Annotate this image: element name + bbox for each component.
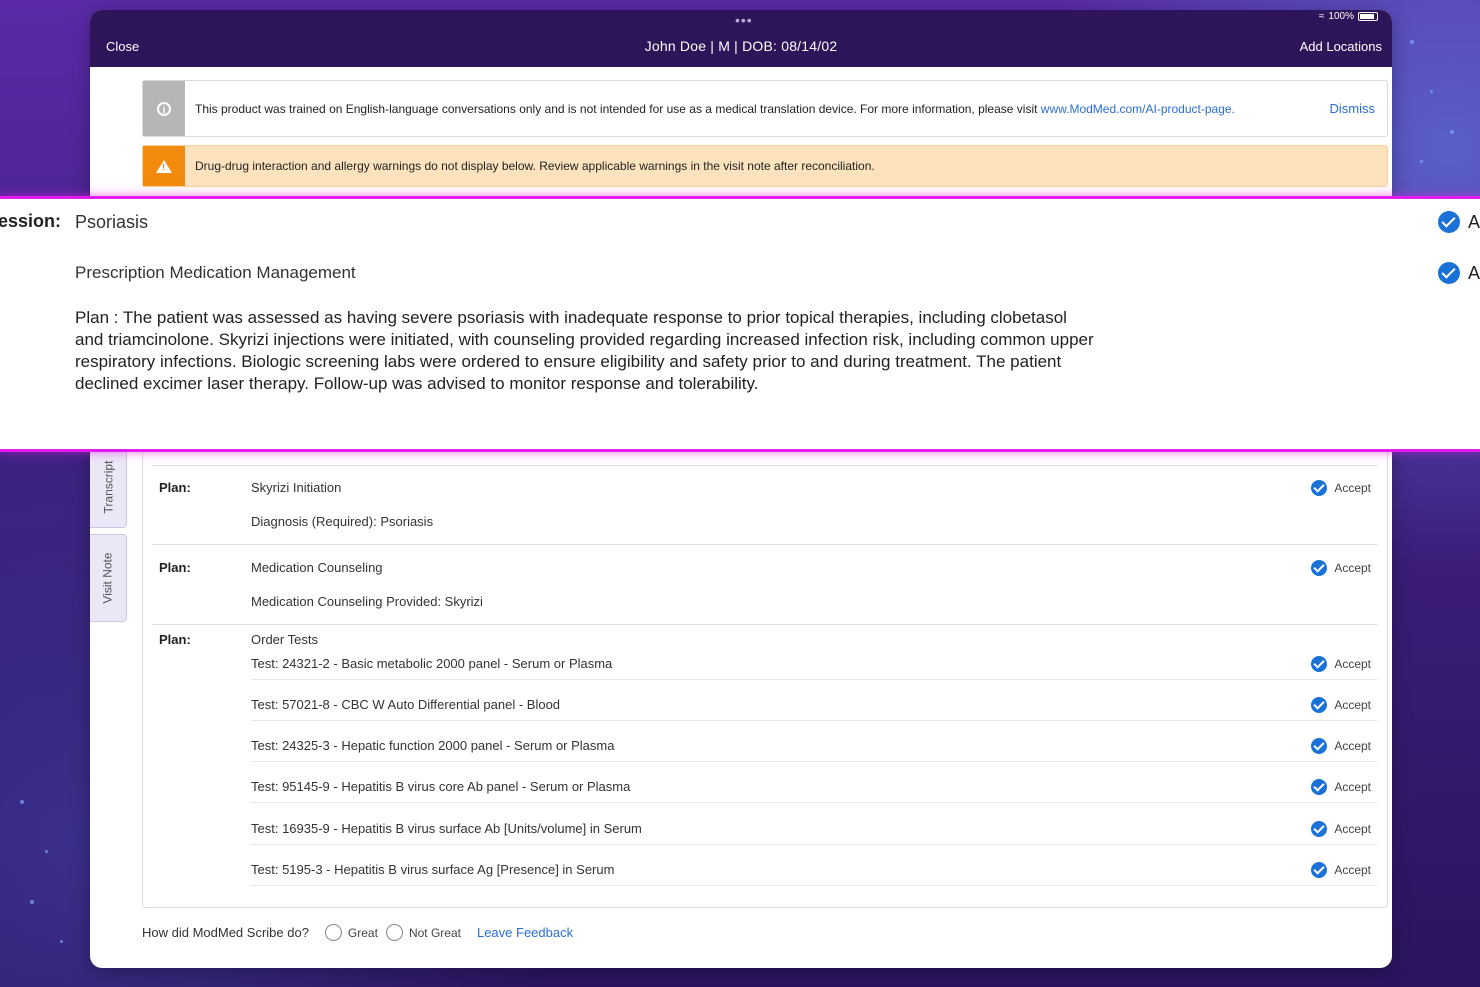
background-dot	[1430, 90, 1433, 93]
radio-great[interactable]	[324, 924, 342, 941]
accept-label: Accept	[1334, 780, 1371, 794]
warning-icon: !	[156, 159, 172, 173]
plan-label: Plan:	[159, 480, 191, 495]
plans-panel: Plan: Skyrizi Initiation Diagnosis (Requ…	[142, 450, 1388, 908]
divider	[152, 465, 1378, 466]
accept-management-button[interactable]: A	[1438, 262, 1480, 284]
info-banner-text: This product was trained on English-lang…	[195, 101, 1041, 116]
test-item: Test: 57021-8 - CBC W Auto Differential …	[251, 697, 561, 712]
accept-label: Accept	[1334, 657, 1371, 671]
accept-label: Accept	[1334, 739, 1371, 753]
plan-detail: Medication Counseling Provided: Skyrizi	[251, 594, 483, 609]
accept-diagnosis-button[interactable]: A	[1438, 211, 1480, 233]
divider	[152, 624, 1378, 625]
plan-label: Plan:	[159, 632, 191, 647]
warning-banner: ! Drug-drug interaction and allergy warn…	[142, 145, 1388, 187]
battery-icon	[1358, 12, 1378, 21]
impression-label: ession:	[0, 211, 62, 231]
tab-visit-note[interactable]: Visit Note	[90, 534, 127, 622]
accept-button[interactable]: Accept	[1311, 862, 1371, 878]
radio-not-great-label: Not Great	[408, 925, 461, 940]
background-dot	[1410, 40, 1414, 44]
accept-button[interactable]: Accept	[1311, 821, 1371, 837]
accept-button[interactable]: Accept	[1311, 697, 1371, 713]
plan-title: Medication Counseling	[251, 560, 383, 575]
divider	[251, 679, 1377, 680]
accept-button[interactable]: Accept	[1311, 480, 1371, 496]
radio-not-great[interactable]	[385, 924, 403, 941]
background-dot	[30, 900, 34, 904]
divider	[251, 885, 1377, 886]
tab-transcript[interactable]: Transcript	[90, 446, 127, 528]
check-icon	[1311, 821, 1328, 837]
tab-visit-note-label: Visit Note	[101, 552, 116, 604]
accept-label: Accept	[1334, 822, 1371, 836]
plan-title: Skyrizi Initiation	[251, 480, 342, 495]
check-icon	[1438, 262, 1460, 284]
plan-label: Plan:	[159, 560, 191, 575]
check-icon	[1311, 480, 1328, 496]
divider	[152, 544, 1378, 545]
accept-button[interactable]: Accept	[1311, 656, 1371, 672]
info-icon: i	[157, 101, 171, 116]
accept-button[interactable]: Accept	[1311, 779, 1371, 795]
info-banner: i This product was trained on English-la…	[142, 80, 1388, 137]
wifi-icon: ≈	[1318, 11, 1325, 22]
warning-banner-text: Drug-drug interaction and allergy warnin…	[195, 159, 875, 173]
accept-label: Accept	[1334, 863, 1371, 877]
background-dot	[20, 800, 24, 804]
accept-button[interactable]: Accept	[1311, 560, 1371, 576]
test-item: Test: 24325-3 - Hepatic function 2000 pa…	[251, 738, 615, 753]
background-dot	[1450, 130, 1454, 134]
add-locations-button[interactable]: Add Locations	[1300, 39, 1382, 54]
background-dot	[45, 850, 48, 853]
check-icon	[1311, 862, 1328, 878]
accept-label: Accept	[1334, 698, 1371, 712]
accept-label: A	[1468, 211, 1480, 232]
zoomed-assessment-overlay: ession: Psoriasis A Prescription Medicat…	[0, 196, 1480, 452]
window-grabber[interactable]: •••	[735, 12, 753, 28]
test-item: Test: 95145-9 - Hepatitis B virus core A…	[251, 779, 631, 794]
test-item: Test: 24321-2 - Basic metabolic 2000 pan…	[251, 656, 613, 671]
divider	[251, 761, 1377, 762]
plan-summary-text: Plan : The patient was assessed as havin…	[75, 308, 1094, 393]
dismiss-button[interactable]: Dismiss	[1318, 81, 1388, 136]
accept-label: A	[1468, 262, 1480, 283]
check-icon	[1311, 779, 1328, 795]
status-bar: ≈ 100%	[1319, 11, 1378, 22]
management-text: Prescription Medication Management	[75, 263, 356, 282]
leave-feedback-link[interactable]: Leave Feedback	[477, 925, 573, 940]
battery-percent: 100%	[1328, 11, 1354, 22]
check-icon	[1438, 211, 1460, 233]
tab-transcript-label: Transcript	[101, 460, 115, 514]
info-icon-box: i	[143, 81, 185, 136]
feedback-question: How did ModMed Scribe do?	[142, 925, 309, 940]
divider	[251, 720, 1377, 721]
modmed-ai-link[interactable]: www.ModMed.com/AI-product-page.	[1041, 102, 1235, 116]
background-dot	[1420, 160, 1423, 163]
top-bar: ••• ≈ 100% Close John Doe | M | DOB: 08/…	[90, 10, 1392, 67]
accept-button[interactable]: Accept	[1311, 738, 1371, 754]
app-window: ••• ≈ 100% Close John Doe | M | DOB: 08/…	[90, 10, 1392, 968]
plan-title: Order Tests	[251, 632, 318, 647]
accept-label: Accept	[1334, 561, 1371, 575]
accept-label: Accept	[1334, 481, 1371, 495]
check-icon	[1311, 656, 1328, 672]
test-item: Test: 5195-3 - Hepatitis B virus surface…	[251, 862, 615, 877]
divider	[251, 844, 1377, 845]
feedback-bar: How did ModMed Scribe do? Great Not Grea…	[142, 924, 573, 941]
check-icon	[1311, 560, 1328, 576]
warning-icon-box: !	[143, 146, 185, 186]
radio-great-label: Great	[347, 925, 378, 940]
patient-info: John Doe | M | DOB: 08/14/02	[644, 38, 838, 54]
plan-detail: Diagnosis (Required): Psoriasis	[251, 514, 434, 529]
test-item: Test: 16935-9 - Hepatitis B virus surfac…	[251, 821, 642, 836]
divider	[251, 802, 1377, 803]
background-dot	[60, 940, 63, 943]
diagnosis-text: Psoriasis	[75, 212, 149, 232]
check-icon	[1311, 697, 1328, 713]
check-icon	[1311, 738, 1328, 754]
